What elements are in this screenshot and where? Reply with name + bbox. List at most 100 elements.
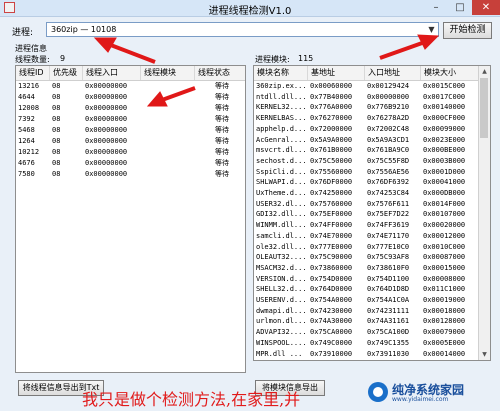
table-cell: 08 — [52, 115, 61, 123]
table-cell: 13216 — [18, 82, 40, 90]
table-cell: 0x75560000 — [310, 167, 353, 176]
table-row[interactable]: 13216 08 0x00000000 等待 — [16, 81, 245, 92]
table-row[interactable]: 360zip.ex... 0x00060000 0x00129424 0x0015C0… — [254, 81, 481, 92]
table-row[interactable]: sechost.d... 0x75C50000 0x75C55F8D 0x0003B0… — [254, 156, 481, 167]
table-row[interactable]: 7392 08 0x00000000 等待 — [16, 114, 245, 125]
column-header[interactable]: 线程ID — [16, 66, 50, 80]
table-row[interactable]: OLEAUT32.... 0x75C90000 0x75C93AF8 0x000870… — [254, 252, 481, 263]
table-row[interactable]: USERENV.d... 0x754A0000 0x754A1C0A 0x000190… — [254, 295, 481, 306]
table-cell: 0x000CF000 — [423, 114, 466, 123]
table-cell: 0x7576F611 — [367, 199, 410, 208]
column-header[interactable]: 模块大小 — [421, 66, 481, 80]
table-cell: 等待 — [215, 170, 229, 178]
table-row[interactable]: 4644 08 0x00000000 等待 — [16, 92, 245, 103]
table-cell: sechost.d... — [256, 156, 307, 165]
table-cell: 0x00018000 — [423, 306, 466, 315]
table-row[interactable]: VERSION.d... 0x754D0000 0x754D1100 0x000080… — [254, 274, 481, 285]
process-select[interactable]: 360zip — 10108 ▼ — [46, 22, 439, 37]
table-cell: 0x00000000 — [85, 82, 128, 90]
table-row[interactable]: MPR.dll ... 0x73910000 0x73911030 0x0001400… — [254, 349, 481, 360]
table-cell: 12008 — [18, 104, 40, 112]
table-cell: 0x00000000 — [85, 104, 128, 112]
table-cell: 0x761BA9C0 — [367, 146, 410, 155]
module-list-scrollbar[interactable]: ▲ ▼ — [478, 66, 490, 360]
table-row[interactable]: samcli.dl... 0x74E70000 0x74E71170 0x000120… — [254, 231, 481, 242]
table-row[interactable]: ntdll.dll... 0x77B40000 0x00000000 0x0017C0… — [254, 92, 481, 103]
process-info-group-label: 进程信息 — [15, 44, 47, 53]
table-row[interactable]: apphelp.d... 0x72000000 0x72002C48 0x000990… — [254, 124, 481, 135]
table-cell: 0x77B40000 — [310, 92, 353, 101]
table-cell: 等待 — [215, 115, 229, 123]
table-row[interactable]: ADVAPI32.... 0x75CA0000 0x75CA100D 0x000790… — [254, 327, 481, 338]
table-cell: 0x0023E000 — [423, 135, 466, 144]
table-row[interactable]: KERNELBAS... 0x76270000 0x76278A2D 0x000CF0… — [254, 113, 481, 124]
column-header[interactable]: 基地址 — [308, 66, 365, 80]
table-row[interactable]: USER32.dl... 0x75760000 0x7576F611 0x0014F0… — [254, 199, 481, 210]
table-cell: 0x000BE000 — [423, 146, 466, 155]
table-row[interactable]: 12008 08 0x00000000 等待 — [16, 103, 245, 114]
table-row[interactable]: 5468 08 0x00000000 等待 — [16, 125, 245, 136]
scroll-down-icon[interactable]: ▼ — [479, 349, 490, 360]
table-row[interactable]: 1264 08 0x00000000 等待 — [16, 136, 245, 147]
table-cell: 0x749C1355 — [367, 338, 410, 347]
table-cell — [141, 103, 195, 114]
table-cell: 0x74FF0000 — [310, 221, 353, 230]
table-cell: 0x75EF0000 — [310, 210, 353, 219]
table-cell: MSACM32.d... — [256, 263, 307, 272]
table-cell: 360zip.ex... — [256, 82, 307, 90]
table-cell: 0x754A0000 — [310, 296, 353, 304]
table-row[interactable]: ole32.dll... 0x777E0000 0x777E10C0 0x0010C0… — [254, 242, 481, 253]
table-row[interactable]: WINMM.dll... 0x74FF0000 0x74FF3619 0x000200… — [254, 220, 481, 231]
table-cell: 0x73910000 — [310, 349, 353, 358]
table-cell — [141, 81, 195, 92]
table-cell: 0x00000000 — [367, 92, 410, 101]
table-row[interactable]: MSACM32.d... 0x73860000 0x738610F0 0x000150… — [254, 263, 481, 274]
table-row[interactable]: GDI32.dll... 0x75EF0000 0x75EF7D22 0x001070… — [254, 209, 481, 220]
column-header[interactable]: 线程入口 — [83, 66, 141, 80]
table-row[interactable]: WINSPOOL.... 0x749C0000 0x749C1355 0x0005E0… — [254, 338, 481, 349]
table-row[interactable]: 10212 08 0x00000000 等待 — [16, 147, 245, 158]
table-cell: 0x75CA0000 — [310, 328, 353, 337]
column-header[interactable]: 优先级 — [50, 66, 83, 80]
table-row[interactable]: AcGenral.... 0x5A9A0000 0x5A9A3CD1 0x0023E0… — [254, 135, 481, 146]
column-header[interactable]: 模块名称 — [254, 66, 308, 80]
table-row[interactable]: KERNEL32.... 0x776A0000 0x776B9210 0x001400… — [254, 102, 481, 113]
table-cell: ole32.dll... — [256, 242, 307, 251]
module-list[interactable]: 模块名称 基地址 入口地址 模块大小 360zip.ex... 0x0006000… — [253, 65, 491, 361]
table-row[interactable]: dwmapi.dl... 0x74230000 0x74231111 0x000180… — [254, 306, 481, 317]
table-row[interactable]: SspiCli.d... 0x75560000 0x7556AE56 0x0001D0… — [254, 167, 481, 178]
table-cell: 0x776A0000 — [310, 103, 353, 112]
maximize-button[interactable]: □ — [448, 0, 472, 15]
table-cell: 0x00000000 — [85, 126, 128, 134]
table-row[interactable]: 7580 08 0x00000000 等待 — [16, 169, 245, 180]
table-row[interactable]: 4676 08 0x00000000 等待 — [16, 158, 245, 169]
table-cell: 1264 — [18, 137, 35, 145]
table-row[interactable]: urlmon.dl... 0x74A30000 0x74A31161 0x001280… — [254, 316, 481, 327]
table-row[interactable]: SHELL32.d... 0x764D0000 0x764D1D8D 0x011C10… — [254, 284, 481, 295]
table-cell: 0x76278A2D — [367, 114, 410, 123]
column-header[interactable]: 线程状态 — [195, 66, 245, 80]
table-cell: 0x738610F0 — [367, 263, 410, 272]
thread-list-header: 线程ID 优先级 线程入口 线程模块 线程状态 — [16, 66, 245, 81]
start-detect-button[interactable]: 开始检测 — [443, 22, 492, 39]
table-cell: 0x5A9A3CD1 — [367, 135, 410, 144]
minimize-button[interactable]: – — [424, 0, 448, 15]
close-button[interactable]: ✕ — [472, 0, 500, 15]
table-cell: 0x00129424 — [367, 82, 410, 90]
scroll-up-icon[interactable]: ▲ — [479, 66, 490, 77]
thread-list[interactable]: 线程ID 优先级 线程入口 线程模块 线程状态 13216 08 0x0000000… — [15, 65, 246, 373]
table-cell: apphelp.d... — [256, 124, 307, 133]
table-row[interactable]: msvcrt.dl... 0x761B0000 0x761BA9C0 0x000BE0… — [254, 145, 481, 156]
table-cell: 0x0001D000 — [423, 167, 466, 176]
table-cell: 0x00041000 — [423, 178, 466, 187]
table-row[interactable]: SHLWAPI.d... 0x76DF0000 0x76DF6392 0x000410… — [254, 177, 481, 188]
watermark-logo-icon — [368, 382, 388, 402]
scrollbar-thumb[interactable] — [480, 78, 488, 138]
chevron-down-icon[interactable]: ▼ — [425, 23, 438, 36]
column-header[interactable]: 线程模块 — [141, 66, 195, 80]
table-row[interactable]: UxTheme.d... 0x74250000 0x74253C84 0x000DB0… — [254, 188, 481, 199]
table-cell: 08 — [52, 104, 61, 112]
table-cell: 0x72002C48 — [367, 124, 410, 133]
column-header[interactable]: 入口地址 — [365, 66, 421, 80]
module-count-label: 进程模块: — [255, 55, 290, 64]
